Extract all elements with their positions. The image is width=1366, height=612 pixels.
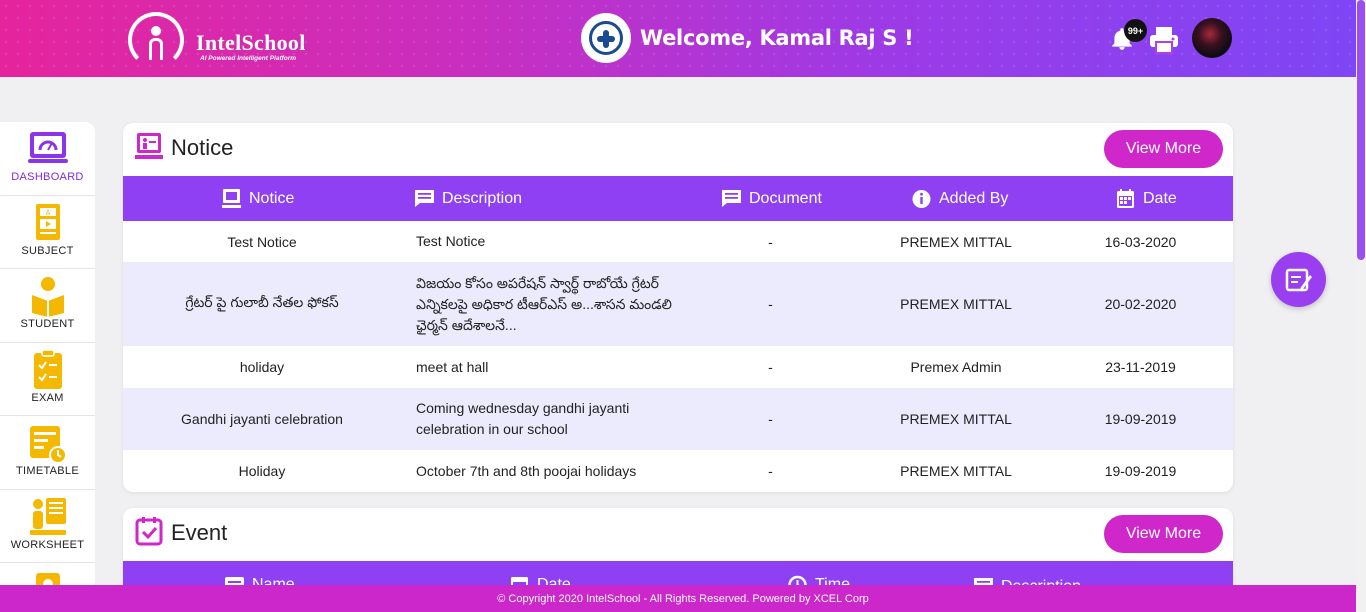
cell-description: Coming wednesday gandhi jayanti celebrat… (416, 400, 630, 437)
notification-badge: 99+ (1124, 19, 1147, 42)
logo-figure-icon (146, 26, 166, 60)
copyright-text: © Copyright 2020 IntelSchool - All Right… (497, 592, 869, 605)
cell-description: Test Notice (416, 233, 486, 249)
event-icon (135, 517, 163, 546)
sidebar-item-student[interactable]: STUDENT (0, 269, 95, 343)
column-header-date[interactable]: Date (1115, 176, 1177, 221)
cell-description: విజయం కోసం అపరేషన్ స్వార్థ్ రాబోయే గ్రేట… (416, 274, 672, 333)
cell-description: October 7th and 8th poojai holidays (416, 462, 637, 479)
column-header-document[interactable]: Document (721, 176, 822, 221)
welcome-message: Welcome, Kamal Raj S ! (640, 26, 914, 50)
column-header-label: Notice (249, 189, 295, 207)
cell-added-by: PREMEX MITTAL (900, 233, 1012, 250)
notice-board-icon (135, 133, 163, 159)
column-header-description[interactable]: Description (414, 176, 522, 221)
table-row[interactable]: holiday meet at hall - Premex Admin 23-1… (123, 346, 1233, 388)
worksheet-icon (29, 497, 66, 535)
cell-document: - (768, 233, 773, 250)
cell-date: 19-09-2019 (1104, 411, 1177, 427)
scrollbar-thumb[interactable] (1357, 0, 1365, 260)
notice-table-header: Notice Description Document Added By Dat… (123, 176, 1233, 221)
cell-added-by: PREMEX MITTAL (900, 411, 1012, 427)
cell-description: meet at hall (416, 358, 489, 375)
table-row[interactable]: Gandhi jayanti celebration Coming wednes… (123, 388, 1233, 450)
cell-date: 20-02-2020 (1104, 296, 1177, 312)
sidebar-item-timetable[interactable]: TIMETABLE (0, 416, 95, 490)
svg-text:A: A (45, 209, 50, 217)
column-header-label: Date (1143, 189, 1177, 207)
timetable-icon (29, 426, 67, 464)
printer-icon[interactable] (1148, 25, 1180, 55)
floating-edit-button[interactable] (1271, 252, 1326, 307)
cell-document: - (768, 411, 773, 427)
footer: © Copyright 2020 IntelSchool - All Right… (0, 585, 1366, 612)
notice-title: Notice (171, 135, 234, 160)
cell-notice: Gandhi jayanti celebration (181, 411, 343, 427)
table-row[interactable]: Test Notice Test Notice - PREMEX MITTAL … (123, 221, 1233, 262)
event-view-more-button[interactable]: View More (1104, 515, 1223, 553)
message-icon (415, 190, 434, 207)
sidebar-item-exam[interactable]: EXAM (0, 343, 95, 416)
logo-name: IntelSchool (196, 30, 306, 55)
sidebar-item-label: TIMETABLE (15, 465, 79, 477)
cell-date: 19-09-2019 (1104, 463, 1177, 479)
cell-document: - (768, 463, 773, 479)
sidebar-item-label: STUDENT (20, 318, 75, 330)
sidebar-item-subject[interactable]: A SUBJECT (0, 196, 95, 269)
top-header: IntelSchool AI Powered Intelligent Platf… (0, 0, 1366, 77)
cell-notice: holiday (239, 359, 285, 375)
sidebar-item-label: WORKSHEET (10, 538, 85, 551)
cell-added-by: Premex Admin (910, 359, 1002, 375)
notice-view-more-button[interactable]: View More (1104, 130, 1223, 168)
logo-tagline: AI Powered Intelligent Platform (200, 55, 297, 62)
cell-notice: Test Notice (227, 233, 297, 250)
column-header-label: Description (442, 189, 523, 207)
school-emblem-icon (581, 13, 631, 63)
message-icon (722, 190, 741, 207)
sidebar-item-dashboard[interactable]: DASHBOARD (0, 122, 95, 196)
notice-card: Notice View More Notice Description Docu… (123, 123, 1233, 492)
cell-notice: Holiday (238, 463, 286, 479)
column-header-added-by[interactable]: Added By (911, 176, 1008, 221)
event-title: Event (171, 520, 228, 545)
column-header-label: Document (749, 189, 822, 207)
info-icon (912, 190, 931, 208)
cell-document: - (768, 296, 773, 312)
column-header-label: Added By (939, 189, 1009, 207)
cell-notice: గ్రేటర్ పై గులాబీ నేతల ఫోకస్ (185, 294, 339, 310)
cell-date: 16-03-2020 (1104, 233, 1177, 250)
student-icon (31, 277, 64, 317)
dashboard-icon (27, 132, 68, 163)
sidebar-item-label: SUBJECT (21, 244, 74, 257)
cell-added-by: PREMEX MITTAL (900, 296, 1012, 312)
exam-icon (33, 348, 62, 389)
sidebar-item-worksheet[interactable]: WORKSHEET (0, 490, 95, 563)
intelschool-logo[interactable]: IntelSchool AI Powered Intelligent Platf… (128, 12, 318, 68)
calendar-icon (1117, 189, 1134, 208)
column-header-notice[interactable]: Notice (221, 176, 294, 221)
sidebar: DASHBOARD A SUBJECT STUDENT EXAM TIMETAB… (0, 122, 95, 592)
table-row[interactable]: Holiday October 7th and 8th poojai holid… (123, 450, 1233, 492)
cell-added-by: PREMEX MITTAL (900, 463, 1012, 479)
cell-date: 23-11-2019 (1105, 359, 1176, 375)
sidebar-item-label: EXAM (31, 391, 64, 404)
subject-icon: A (35, 203, 60, 240)
user-avatar[interactable] (1192, 18, 1232, 58)
notice-column-icon (222, 189, 241, 208)
sidebar-item-label: DASHBOARD (11, 171, 84, 183)
table-row[interactable]: గ్రేటర్ పై గులాబీ నేతల ఫోకస్ విజయం కోసం … (123, 262, 1233, 346)
edit-note-icon (1285, 268, 1312, 291)
cell-document: - (768, 359, 773, 375)
